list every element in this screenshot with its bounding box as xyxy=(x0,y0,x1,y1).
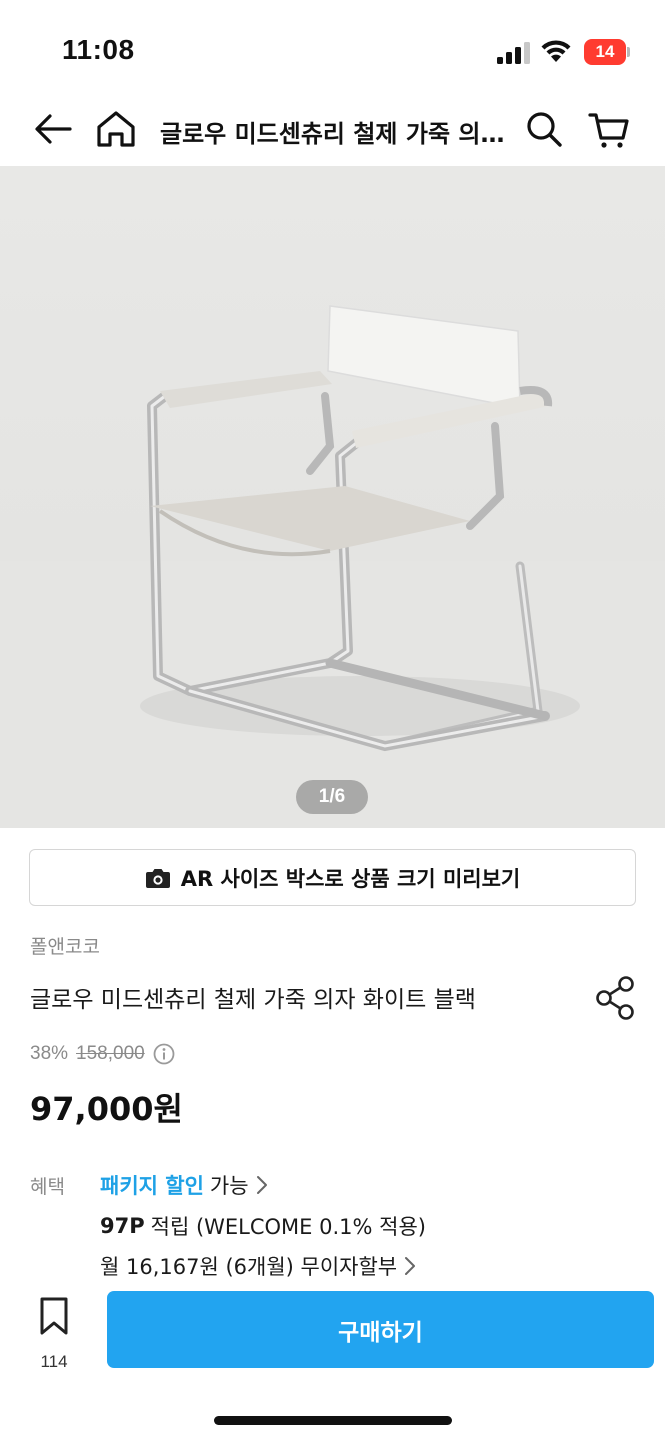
page-title: 글로우 미드센츄리 철제 가죽 의자 화이트 블랙 xyxy=(160,120,505,148)
image-counter: 1/6 xyxy=(296,780,368,814)
cart-icon[interactable] xyxy=(586,106,632,152)
chevron-right-icon xyxy=(256,1176,267,1194)
package-discount-row[interactable]: 패키지 할인 가능 xyxy=(100,1170,269,1200)
home-indicator xyxy=(214,1416,452,1425)
chevron-right-icon xyxy=(405,1257,416,1275)
points-text: 적립 (WELCOME 0.1% 적용) xyxy=(150,1215,426,1239)
status-bar: 11:08 14 xyxy=(0,0,665,100)
battery-tip xyxy=(627,47,630,57)
wifi-icon xyxy=(541,40,571,62)
cellular-signal-icon xyxy=(497,42,530,64)
benefit-label: 혜택 xyxy=(30,1176,65,1198)
installment-text: 월 16,167원 (6개월) 무이자할부 xyxy=(100,1255,398,1279)
points-value: 97P xyxy=(100,1214,145,1238)
battery-icon: 14 xyxy=(584,39,630,65)
ar-preview-button[interactable]: AR 사이즈 박스로 상품 크기 미리보기 xyxy=(29,849,636,906)
discount-rate: 38% xyxy=(30,1043,69,1064)
bookmark-count: 114 xyxy=(40,1352,68,1371)
brand-name[interactable]: 폴앤코코 xyxy=(30,932,100,959)
search-icon[interactable] xyxy=(522,106,566,152)
bookmark-icon xyxy=(40,1297,68,1335)
points-row: 97P 적립 (WELCOME 0.1% 적용) xyxy=(100,1211,426,1241)
back-arrow-icon[interactable] xyxy=(30,106,76,152)
sale-price: 97,000원 xyxy=(30,1090,183,1128)
discount-row: 38% 158,000 xyxy=(30,1043,175,1065)
chair-photo xyxy=(0,305,665,828)
buy-button[interactable]: 구매하기 xyxy=(107,1291,654,1368)
bookmark-button[interactable]: 114 xyxy=(28,1292,80,1374)
share-icon[interactable] xyxy=(594,974,638,1022)
product-name: 글로우 미드센츄리 철제 가죽 의자 화이트 블랙 xyxy=(30,987,476,1013)
package-discount-suffix: 가능 xyxy=(209,1174,249,1198)
camera-icon xyxy=(145,868,170,888)
installment-row[interactable]: 월 16,167원 (6개월) 무이자할부 xyxy=(100,1251,417,1281)
original-price: 158,000 xyxy=(76,1043,145,1064)
info-icon[interactable] xyxy=(153,1043,175,1065)
battery-level: 14 xyxy=(584,39,626,65)
status-time: 11:08 xyxy=(62,34,135,65)
package-discount-link[interactable]: 패키지 할인 xyxy=(100,1170,204,1200)
ar-preview-label: AR 사이즈 박스로 상품 크기 미리보기 xyxy=(180,866,521,891)
home-icon[interactable] xyxy=(94,106,138,152)
bottom-action-bar: 114 구매하기 xyxy=(0,1282,665,1440)
nav-bar: 글로우 미드센츄리 철제 가죽 의자 화이트 블랙 xyxy=(0,100,665,166)
product-image-gallery[interactable]: 1/6 xyxy=(0,166,665,828)
